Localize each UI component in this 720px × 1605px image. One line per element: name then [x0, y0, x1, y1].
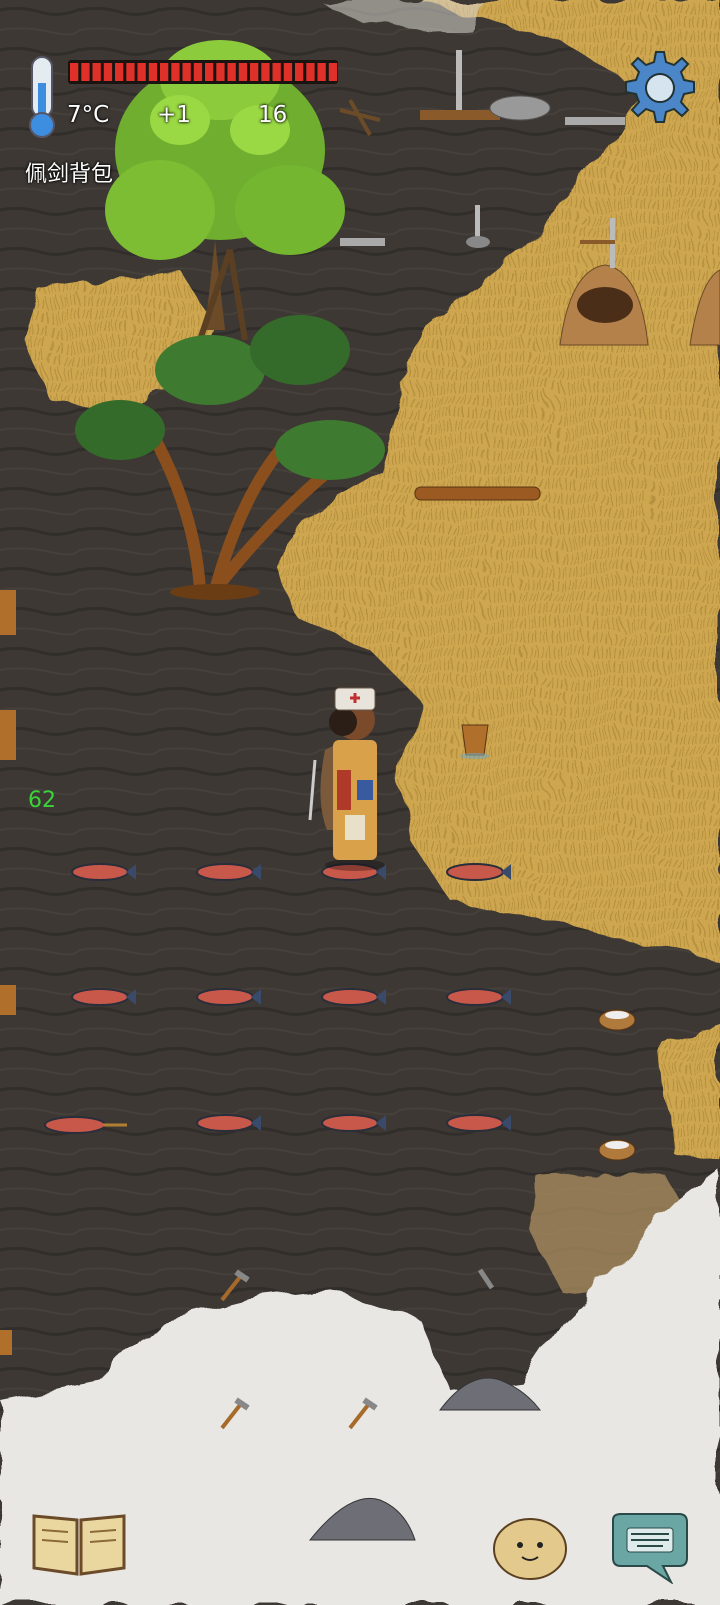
- food-meter-segment: [137, 63, 146, 81]
- grass-patch: [660, 1020, 720, 1160]
- emote-face-icon[interactable]: [490, 1515, 570, 1581]
- damage-number: 62: [28, 788, 56, 813]
- food-meter-segment: [160, 63, 169, 81]
- food-meter-segment: [205, 63, 214, 81]
- food-meter-segment: [317, 63, 326, 81]
- food-meter-segment: [148, 63, 158, 81]
- game-world[interactable]: [0, 0, 720, 1605]
- food-meter-segment: [306, 63, 315, 81]
- food-meter-segment: [126, 63, 135, 81]
- food-meter-segment: [328, 63, 338, 81]
- food-meter-segment: [193, 63, 203, 81]
- food-meter: [68, 60, 338, 84]
- thermometer-icon: [29, 56, 55, 138]
- food-meter-segment: [295, 63, 304, 81]
- wooden-bucket[interactable]: [460, 724, 490, 759]
- food-meter-segment: [182, 63, 191, 81]
- food-meter-segment: [250, 63, 259, 81]
- steel-bar[interactable]: [340, 238, 385, 246]
- recipe-book-icon[interactable]: [30, 1510, 128, 1578]
- food-meter-segment: [272, 63, 281, 81]
- food-meter-segment: [171, 63, 180, 81]
- food-meter-segment: [70, 63, 79, 81]
- food-meter-segment: [238, 63, 248, 81]
- food-meter-segment: [103, 63, 113, 81]
- temperature-label: 7°C: [67, 102, 110, 128]
- food-meter-segment: [261, 63, 270, 81]
- food-meter-segment: [92, 63, 101, 81]
- held-item-label: 佩剑背包: [25, 162, 114, 187]
- food-meter-segment: [283, 63, 293, 81]
- settings-gear-icon[interactable]: [620, 48, 700, 128]
- age-label: 16: [258, 102, 288, 128]
- bowl-of-food[interactable]: [598, 1139, 636, 1161]
- bowl-of-food[interactable]: [598, 1009, 636, 1031]
- food-meter-segment: [81, 63, 90, 81]
- temperature-modifier: +1: [157, 102, 191, 128]
- food-meter-segment: [216, 63, 225, 81]
- food-meter-segment: [115, 63, 124, 81]
- food-meter-segment: [227, 63, 236, 81]
- log[interactable]: [414, 486, 541, 501]
- steel-rod[interactable]: [565, 117, 625, 125]
- keyboard-chat-icon[interactable]: [607, 1512, 693, 1584]
